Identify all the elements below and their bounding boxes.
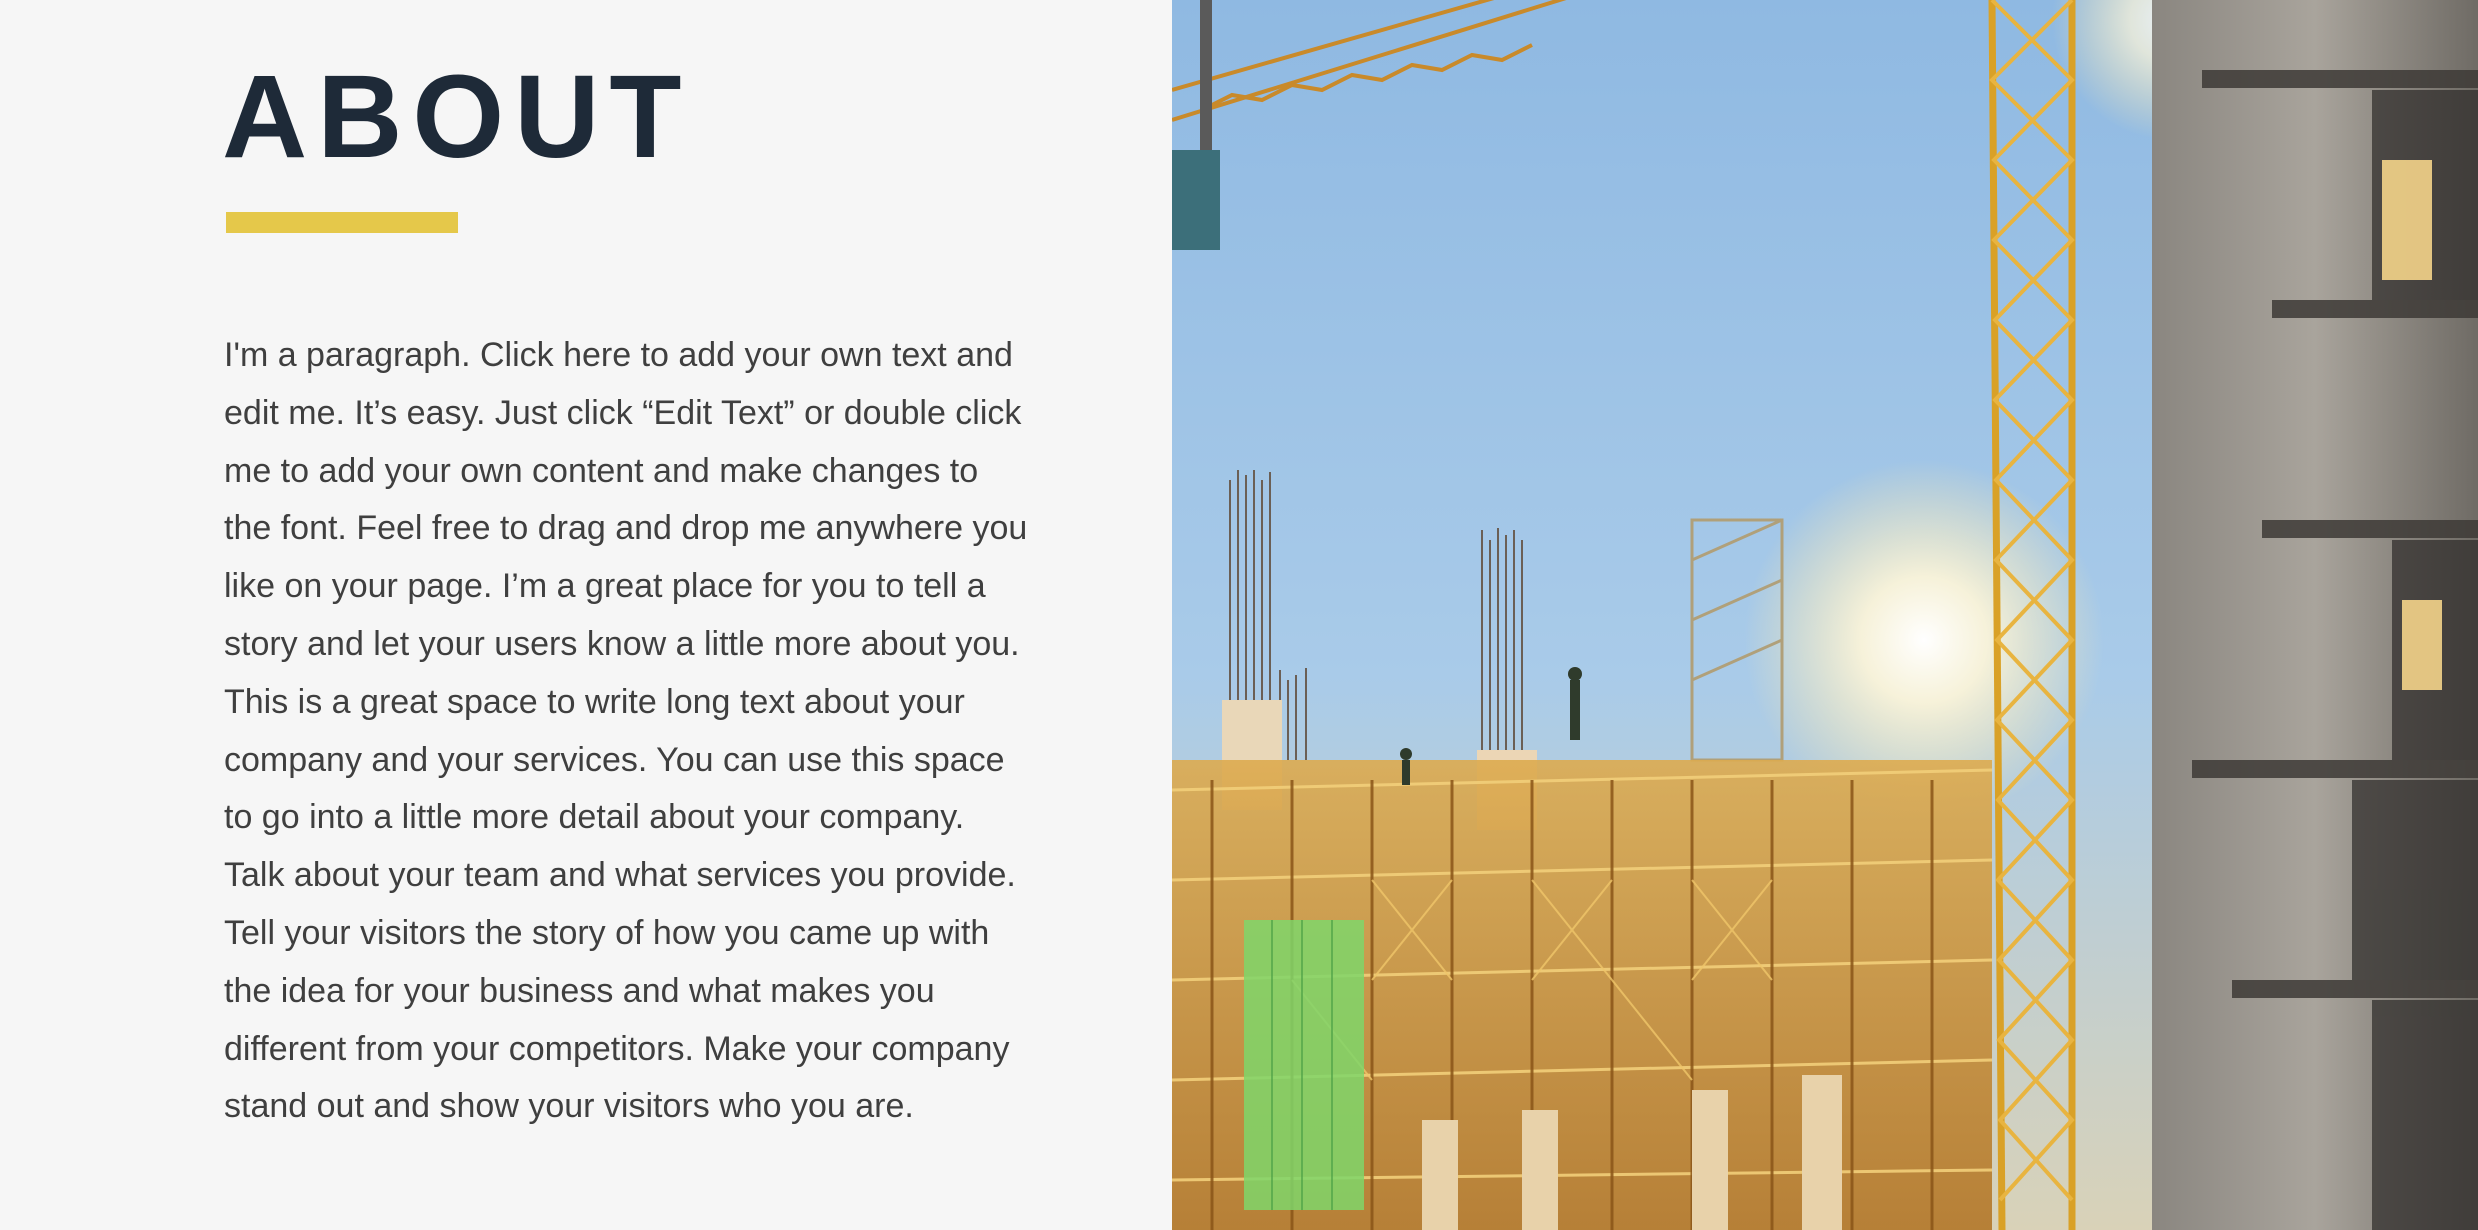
page: ABOUT I'm a paragraph. Click here to add…: [0, 0, 2478, 1230]
about-paragraph[interactable]: I'm a paragraph. Click here to add your …: [224, 327, 1074, 1136]
paragraph-line: the font. Feel free to drag and drop me …: [224, 509, 1028, 548]
paragraph-line: stand out and show your visitors who you…: [224, 1087, 914, 1126]
green-safety-net: [1244, 920, 1364, 1210]
paragraph-line: to go into a little more detail about yo…: [224, 798, 965, 837]
about-section: ABOUT I'm a paragraph. Click here to add…: [0, 0, 1172, 1230]
construction-illustration: [1172, 0, 2478, 1230]
construction-site-image[interactable]: [1172, 0, 2478, 1230]
paragraph-line: different from your competitors. Make yo…: [224, 1029, 1010, 1068]
paragraph-line: me to add your own content and make chan…: [224, 451, 979, 490]
title-accent-bar: [226, 212, 458, 233]
crane-cab: [1172, 150, 1220, 250]
paragraph-line: Tell your visitors the story of how you …: [224, 913, 990, 952]
about-title[interactable]: ABOUT: [222, 52, 692, 182]
paragraph-line: like on your page. I’m a great place for…: [224, 567, 986, 606]
paragraph-line: This is a great space to write long text…: [224, 682, 965, 721]
paragraph-line: edit me. It’s easy. Just click “Edit Tex…: [224, 393, 1022, 432]
paragraph-line: I'm a paragraph. Click here to add your …: [224, 336, 1013, 374]
paragraph-line: story and let your users know a little m…: [224, 624, 1020, 663]
paragraph-line: company and your services. You can use t…: [224, 740, 1005, 779]
paragraph-line: the idea for your business and what make…: [224, 971, 935, 1010]
paragraph-line: Talk about your team and what services y…: [224, 856, 1016, 895]
